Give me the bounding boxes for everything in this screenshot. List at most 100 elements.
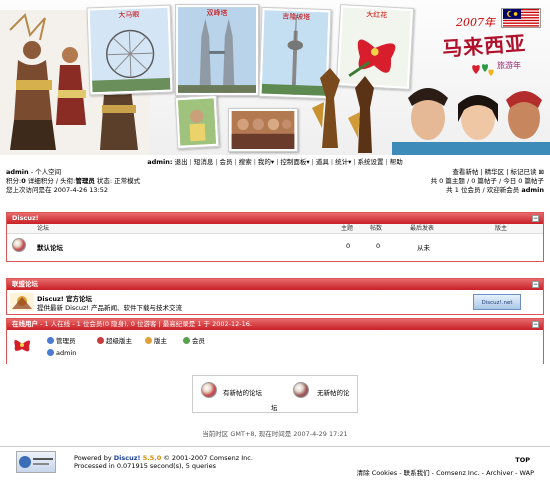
footer-links[interactable]: 清除 Cookies - 联系我们 - Comsenz Inc. - Archi… [357, 467, 534, 477]
children-image [177, 98, 217, 146]
online-title[interactable]: 在线用户 [12, 320, 38, 328]
forum-category-discuz: Discuz! − 论坛 主题 帖数 最后发表 版主 默认论坛 0 0 从未 [6, 212, 544, 262]
legend-super-mod: 超级版主 [97, 335, 132, 345]
back-to-top-link[interactable]: TOP [515, 456, 530, 464]
member-icon [183, 337, 190, 344]
powered-by-badge[interactable] [16, 451, 56, 473]
no-new-posts-icon [293, 382, 309, 398]
nav-item-stats[interactable]: 统计▾ [335, 158, 351, 166]
powered-brand-link[interactable]: Discuz! [114, 454, 141, 462]
hibiscus-icon [14, 339, 31, 352]
legend-moderator: 版主 [145, 335, 167, 345]
forum-table-header: 论坛 主题 帖数 最后发表 版主 [7, 224, 543, 234]
no-new-posts-label: 无新帖的论 [317, 389, 350, 397]
photo-children [174, 94, 220, 150]
forum-topics: 0 [346, 242, 351, 250]
logo-title: 马来西亚 [441, 31, 527, 61]
nav-item-help[interactable]: 帮助 [390, 158, 403, 166]
legend-member: 会员 [183, 335, 205, 345]
discuz-logo-icon [10, 293, 34, 311]
badge-label: Discuz!.net [481, 300, 513, 306]
photo-group [228, 108, 298, 152]
forum-name-link[interactable]: 默认论坛 [37, 242, 63, 252]
powered-by-text: Powered by Discuz! 5.5.0 © 2001-2007 Com… [74, 454, 253, 462]
nav-item-my[interactable]: 我的▾ [258, 158, 274, 166]
powered-label: Powered by [74, 454, 114, 462]
online-summary: - 1 人在线 - 1 位会员(0 隐身), 0 位游客 | 最高纪录是 1 于… [38, 320, 252, 328]
processed-info: Processed in 0.071915 second(s), 5 queri… [74, 462, 217, 470]
powered-version: 5.5.0 [140, 454, 162, 462]
col-last-post: 最后发表 [410, 225, 435, 232]
no-new-posts-label-wrap: 坛 [271, 404, 278, 412]
collapse-icon[interactable]: − [532, 215, 539, 222]
footer: Powered by Discuz! 5.5.0 © 2001-2007 Com… [0, 446, 550, 480]
nav-item-control-panel[interactable]: 控制面板▾ [280, 158, 309, 166]
nav-item-system-settings[interactable]: 系统设置 [358, 158, 384, 166]
forum-last-post: 从未 [417, 244, 430, 252]
photo-caption: 双峰塔 [206, 9, 228, 17]
new-posts-label: 有新帖的论坛 [223, 389, 262, 397]
nav-item-search[interactable]: 搜索 [239, 158, 252, 166]
copyright: © 2001-2007 Comsenz Inc. [161, 454, 253, 462]
legend-label: 超级版主 [106, 337, 132, 345]
points-detail-link[interactable]: 详细积分 / 头衔: [26, 177, 76, 185]
last-visit: 您上次访问是在 2007-4-26 13:52 [6, 186, 109, 194]
discuz-net-badge[interactable]: Discuz!.net [473, 294, 521, 310]
links-title: 联盟论坛 [12, 280, 38, 288]
nav-item-tools[interactable]: 道具 [316, 158, 329, 166]
user-title: 管理员 [75, 177, 95, 185]
legend-label: 版主 [154, 337, 167, 345]
online-header: 在线用户 - 1 人在线 - 1 位会员(0 隐身), 0 位游客 | 最高纪录… [7, 319, 543, 330]
forum-summary: 查看新帖 | 精华区 | 标记已读 ⊠ 共 0 篇主题 / 0 篇帖子 / 今日… [431, 168, 544, 195]
forum-links-section: 联盟论坛 − Discuz! 官方论坛 提供最新 Discuz! 产品新闻、软件… [6, 278, 544, 315]
discuz-badge-icon [19, 456, 53, 468]
new-posts-icon [201, 382, 217, 398]
member-stats: 共 1 位会员 / 欢迎新会员 [446, 186, 522, 194]
legend-admin: 管理员 [47, 335, 76, 345]
forum-row[interactable]: 默认论坛 0 0 从未 [7, 234, 543, 258]
link-row[interactable]: Discuz! 官方论坛 提供最新 Discuz! 产品新闻、软件下载与技术交流… [7, 290, 543, 314]
photo-ferris-wheel: 大马眼 [86, 4, 174, 96]
online-user[interactable]: admin [47, 349, 76, 357]
top-nav: admin: 退出 | 短消息 | 会员 | 搜索 | 我的▾ | 控制面板▾ | 道具 | 统计▾ | 系统设… [147, 158, 403, 166]
malaysia-flag-icon [501, 8, 541, 28]
col-posts: 帖数 [370, 225, 383, 232]
forum-posts: 0 [376, 242, 381, 250]
nav-item-logout[interactable]: 退出 [175, 158, 188, 166]
timezone-info: 当前时区 GMT+8, 现在时间是 2007-4-29 17:21 [202, 430, 348, 438]
user-name-link[interactable]: admin [6, 168, 29, 176]
group-image [231, 111, 295, 149]
logo-hearts-icon [472, 64, 494, 76]
forum-status-icon [12, 238, 26, 252]
forum-status-legend: 有新帖的论坛 无新帖的论 坛 [192, 375, 358, 413]
user-status: 状态: 正常模式 [94, 177, 141, 185]
admin-icon [47, 337, 54, 344]
shadow-puppet-illustration [312, 68, 374, 153]
collapse-icon[interactable]: − [532, 281, 539, 288]
links-header: 联盟论坛 − [7, 279, 543, 290]
admin-icon [47, 349, 54, 356]
nav-username[interactable]: admin: [147, 158, 172, 166]
category-title[interactable]: Discuz! [12, 214, 39, 222]
legend-label: 管理员 [56, 337, 76, 345]
online-users-section: 在线用户 - 1 人在线 - 1 位会员(0 隐身), 0 位游客 | 最高纪录… [6, 318, 544, 364]
link-description: 提供最新 Discuz! 产品新闻、软件下载与技术交流 [37, 304, 183, 312]
points-label: 积分: [6, 177, 22, 185]
user-info-panel: admin - 个人空间 积分:0 详细积分 / 头衔:管理员 状态: 正常模式… [6, 168, 140, 195]
super-moderator-icon [97, 337, 104, 344]
nav-item-pm[interactable]: 短消息 [194, 158, 214, 166]
ladies-illustration [392, 88, 550, 155]
collapse-icon[interactable]: − [532, 321, 539, 328]
logo-subtitle: 旅游年 [497, 61, 521, 70]
photo-twin-towers: 双峰塔 [175, 4, 259, 96]
personal-space-link[interactable]: - 个人空间 [29, 168, 61, 176]
col-moderator: 版主 [495, 225, 508, 232]
newest-member-link[interactable]: admin [521, 186, 544, 194]
post-stats: 共 0 篇主题 / 0 篇帖子 / 今日 0 篇帖子 [430, 177, 544, 185]
online-user-name[interactable]: admin [56, 349, 76, 357]
legend-label: 会员 [192, 337, 205, 345]
category-header: Discuz! − [7, 213, 543, 224]
moderator-icon [145, 337, 152, 344]
nav-item-members[interactable]: 会员 [220, 158, 233, 166]
quick-links[interactable]: 查看新帖 | 精华区 | 标记已读 ⊠ [431, 168, 544, 177]
